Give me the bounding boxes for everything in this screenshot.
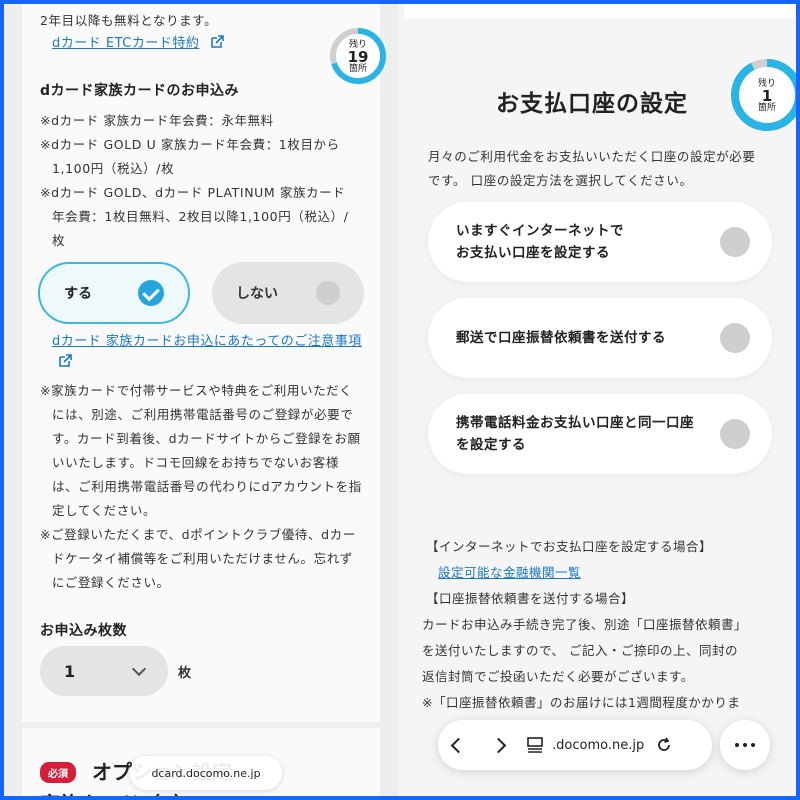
radio-empty-icon [720,323,750,353]
option-label: 携帯電話料金お支払い口座と同一口座 を設定する [456,412,694,456]
family-card-no-option[interactable]: しない [212,262,364,324]
checkmark-icon [138,280,164,306]
body-note: ドケータイ補償等をご利用いただけません。忘れず [52,551,353,566]
forward-button[interactable] [478,725,518,765]
badge-count: 1 [761,87,773,105]
body-note: には、別途、ご利用携帯電話番号のご登録が必要で [52,407,354,422]
payment-option-internet[interactable]: いますぐインターネットで お支払い口座を設定する [428,202,772,282]
top-strip [404,4,796,18]
caution-link[interactable]: dカード 家族カードお申込にあたってのご注意事項 [52,334,362,349]
more-menu-button[interactable] [720,720,770,770]
external-link-icon[interactable] [210,35,224,49]
badge-label-bottom: 箇所 [348,64,367,74]
body-note: いいたします。ドコモ回線をお持ちでないお客様 [52,455,339,470]
chevron-left-icon [450,737,466,753]
free-note: 2年目以降も無料となります。 [40,13,218,28]
fee-note: 年会費：1枚目無料、2枚目以降1,100円（税込）/ [52,209,349,224]
badge-text: 残り 19 箇所 [336,34,380,78]
body-note: は、ご利用携帯電話番号の代わりにdアカウントを指 [52,479,362,494]
mail-text: カードお申込み手続き完了後、別途「口座振替依頼書」 [422,617,748,632]
body-note: にご登録ください。 [52,575,170,590]
radio-empty-icon [720,227,750,257]
radio-empty-icon [316,281,340,305]
browser-toolbar: .docomo.ne.jp [438,720,712,770]
family-card-yes-option[interactable]: する [38,262,190,324]
tabs-button[interactable] [518,725,552,765]
back-button[interactable] [438,725,478,765]
more-icon-dot [751,743,755,747]
screenshot-frame: 2年目以降も無料となります。 dカード ETCカード特約 残り 19 箇所 dカ… [4,4,796,796]
option-line: 携帯電話料金お支払い口座と同一口座 [456,415,694,431]
internet-heading: 【インターネットでお支払口座を設定する場合】 [426,539,713,554]
right-screen: お支払口座の設定 残り 1 箇所 月々のご利用代金をお支払いいただく口座の設定が… [398,4,796,796]
description-line: です。 口座の設定方法を選択してください。 [428,173,693,188]
family-card-heading: dカード家族カードのお申込み [40,83,240,99]
url-text[interactable]: .docomo.ne.jp [552,738,644,753]
payment-option-mobile-account[interactable]: 携帯電話料金お支払い口座と同一口座 を設定する [428,394,772,474]
etc-card-link[interactable]: dカード ETCカード特約 [52,36,199,51]
tabs-icon [527,737,543,753]
external-link-icon[interactable] [58,354,72,368]
count-value: 1 [64,661,76,681]
remaining-fields-badge: 残り 19 箇所 [330,28,386,84]
payment-option-mail[interactable]: 郵送で口座振替依頼書を送付する [428,298,772,378]
count-unit: 枚 [178,666,192,681]
option-line: を設定する [456,437,526,453]
remaining-fields-badge: 残り 1 箇所 [730,58,796,132]
caution-link-row[interactable]: dカード 家族カードお申込にあたってのご注意事項 [52,330,362,349]
badge-text: 残り 1 箇所 [740,68,794,122]
chevron-right-icon [490,737,506,753]
mail-text: を送付いたしますので、 ご記入・ご捺印の上、同封の [422,643,738,658]
option-line: お支払い口座を設定する [456,245,610,261]
bank-list-link-row[interactable]: 設定可能な金融機関一覧 [438,562,581,581]
more-icon-dot [743,743,747,747]
option-label: いますぐインターネットで お支払い口座を設定する [456,220,624,264]
fee-note: ※dカード 家族カード年会費：永年無料 [40,113,274,128]
body-note: ※ご登録いただくまで、dポイントクラブ優待、dカー [40,527,356,542]
no-label: しない [236,286,278,302]
address-bar[interactable]: dcard.docomo.ne.jp [130,756,282,790]
more-icon [735,743,739,747]
badge-count: 19 [347,48,369,66]
fee-note: 枚 [52,233,66,248]
description-line: 月々のご利用代金をお支払いいただく口座の設定が必要 [428,149,756,164]
etc-link-row[interactable]: dカード ETCカード特約 [52,32,224,51]
option-line: いますぐインターネットで [456,223,624,239]
reload-icon [658,737,670,751]
radio-empty-icon [720,419,750,449]
mail-text: 返信封筒でご投函いただく必要がございます。 [422,669,694,684]
yes-label: する [64,286,92,302]
fee-note: ※dカード GOLD U 家族カード年会費：1枚目から [40,137,340,152]
option-line: 郵送で口座振替依頼書を送付する [456,330,666,346]
reload-button[interactable] [644,725,684,765]
required-badge: 必須 [40,762,76,783]
fee-note: ※dカード GOLD、dカード PLATINUM 家族カード [40,185,346,200]
badge-label-bottom: 箇所 [757,103,776,113]
mail-text: ※「口座振替依頼書」のお届けには1週間程度かかりま [422,695,741,710]
fee-note: 1,100円（税込）/枚 [52,161,175,176]
card-count-select[interactable]: 1 [40,646,168,696]
body-note: 定してください。 [52,503,157,518]
count-heading: お申込み枚数 [40,623,127,639]
body-note: す。カード到着後、dカードサイトからご登録をお願 [52,431,361,446]
bank-list-link[interactable]: 設定可能な金融機関一覧 [438,565,581,580]
option-label: 郵送で口座振替依頼書を送付する [456,327,666,349]
left-screen: 2年目以降も無料となります。 dカード ETCカード特約 残り 19 箇所 dカ… [4,4,398,796]
chevron-down-icon [131,661,147,676]
body-note: ※家族カードで付帯サービスや特典をご利用いただく [40,383,353,398]
mail-heading: 【口座振替依頼書を送付する場合】 [426,591,635,606]
page-title: お支払口座の設定 [496,91,688,117]
